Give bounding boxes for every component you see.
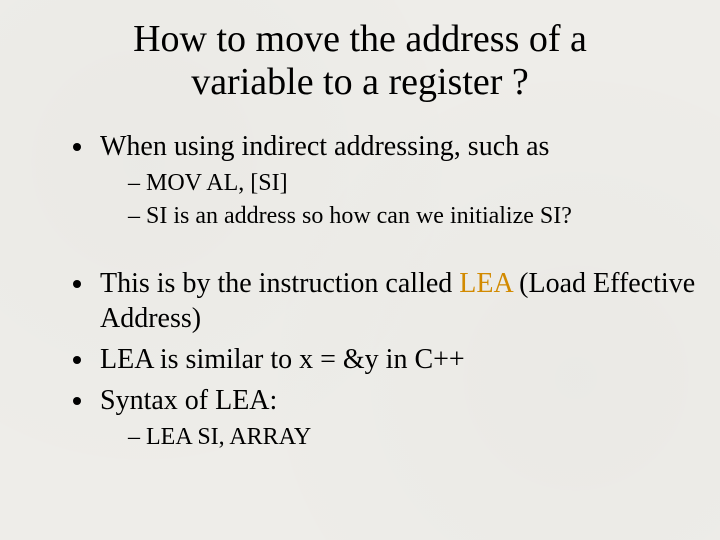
bullet-2-pre: This is by the instruction called	[100, 268, 459, 299]
bullet-3: LEA is similar to x = &y in C++	[96, 342, 696, 377]
bullet-1-sub-1: MOV AL, [SI]	[128, 168, 696, 199]
bullet-4-text: Syntax of LEA:	[100, 385, 277, 416]
title-line-1: How to move the address of a	[133, 18, 587, 60]
paragraph-gap	[24, 238, 696, 266]
slide: How to move the address of a variable to…	[0, 0, 720, 540]
bullet-4-sublist: LEA SI, ARRAY	[100, 422, 696, 453]
slide-title: How to move the address of a variable to…	[60, 18, 660, 103]
bullet-1: When using indirect addressing, such as …	[96, 129, 696, 232]
bullet-1-text: When using indirect addressing, such as	[100, 131, 549, 162]
bullet-4-sub-1: LEA SI, ARRAY	[128, 422, 696, 453]
bullet-1-sub-2: SI is an address so how can we initializ…	[128, 201, 696, 232]
bullet-list-2: This is by the instruction called LEA (L…	[24, 266, 696, 453]
bullet-list: When using indirect addressing, such as …	[24, 129, 696, 232]
title-line-2: variable to a register ?	[191, 61, 529, 103]
bullet-2: This is by the instruction called LEA (L…	[96, 266, 696, 336]
bullet-4: Syntax of LEA: LEA SI, ARRAY	[96, 383, 696, 453]
bullet-2-highlight: LEA	[459, 268, 512, 299]
bullet-1-sublist: MOV AL, [SI] SI is an address so how can…	[100, 168, 696, 232]
